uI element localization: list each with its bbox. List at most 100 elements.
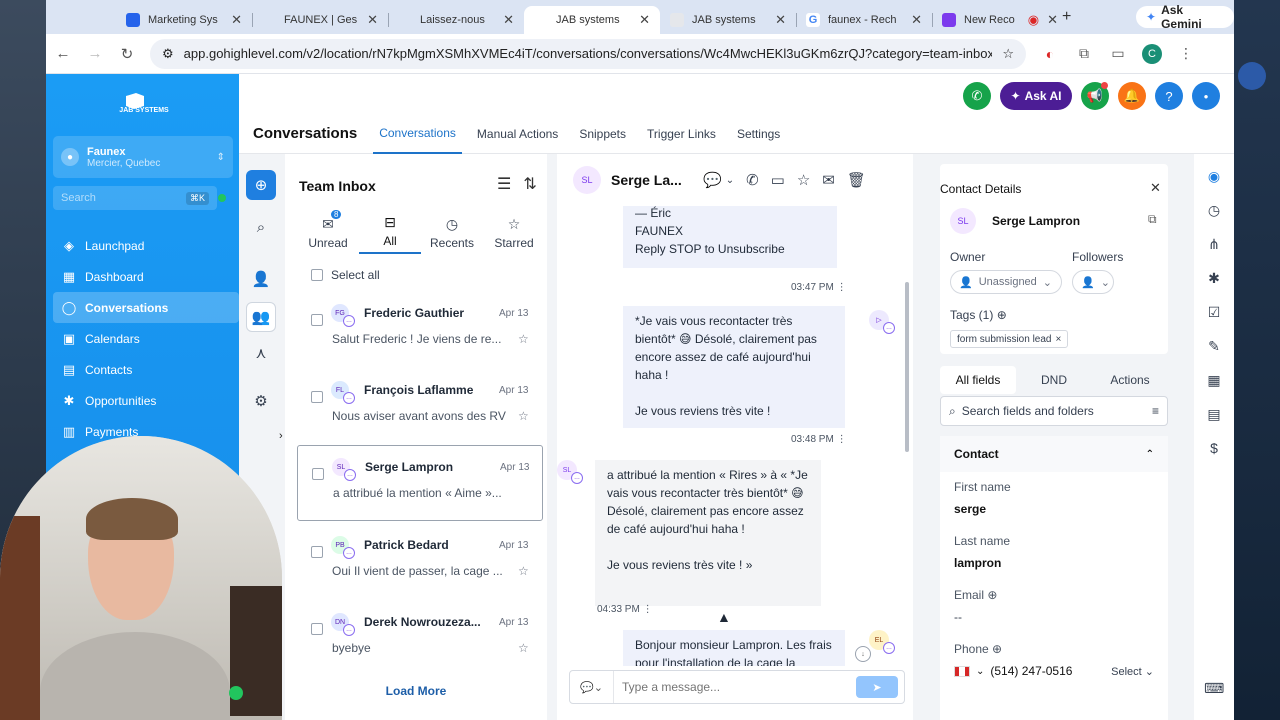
- help-button[interactable]: ?: [1155, 82, 1183, 110]
- chevron-down-icon[interactable]: ⌄: [976, 666, 984, 677]
- location-switcher[interactable]: ● Faunex Mercier, Quebec ⇕: [53, 136, 233, 178]
- sidebar-item-contacts[interactable]: ▤ Contacts: [53, 354, 239, 385]
- tasks-icon[interactable]: ☑: [1204, 304, 1224, 321]
- mail-icon[interactable]: ✉: [822, 171, 835, 189]
- add-icon[interactable]: ⊕: [992, 642, 1002, 656]
- load-more-button[interactable]: Load More: [285, 684, 547, 698]
- history-icon[interactable]: ◷: [1204, 202, 1224, 219]
- tab-trigger-links[interactable]: Trigger Links: [647, 114, 716, 154]
- extensions-icon[interactable]: ⧉: [1074, 45, 1094, 62]
- conversation-item[interactable]: DN… Derek Nowrouzeza... Apr 13 byebye ☆: [297, 601, 543, 677]
- filter-unread[interactable]: ✉ 8 Unread: [297, 210, 359, 254]
- cast-icon[interactable]: ▭: [1108, 45, 1128, 62]
- add-tag-icon[interactable]: ⊕: [997, 308, 1007, 322]
- contact-section-header[interactable]: Contact ⌃: [940, 436, 1168, 472]
- filter-all[interactable]: ⊟ All: [359, 210, 421, 254]
- close-icon[interactable]: ✕: [639, 12, 650, 28]
- close-icon[interactable]: ✕: [367, 12, 378, 28]
- phone-field[interactable]: (514) 247-0516: [990, 664, 1072, 678]
- last-name-field[interactable]: lampron: [954, 556, 1001, 570]
- conversation-checkbox[interactable]: [311, 546, 323, 558]
- conversation-checkbox[interactable]: [311, 391, 323, 403]
- followers-select[interactable]: 👤 ⌄: [1072, 270, 1114, 294]
- menu-kebab-icon[interactable]: ⋮: [1176, 45, 1196, 62]
- settings-rail-button[interactable]: ⚙: [246, 386, 276, 416]
- forward-arrow-icon[interactable]: →: [86, 45, 104, 62]
- sidebar-item-dashboard[interactable]: ▦ Dashboard: [53, 261, 239, 292]
- profile-avatar[interactable]: C: [1142, 43, 1162, 64]
- tab-settings[interactable]: Settings: [737, 114, 780, 154]
- tab-actions[interactable]: Actions: [1092, 366, 1168, 394]
- notes-icon[interactable]: ✎: [1204, 338, 1224, 355]
- star-icon[interactable]: ☆: [518, 332, 529, 346]
- ask-ai-button[interactable]: ✦ Ask AI: [1000, 82, 1072, 110]
- ask-gemini-button[interactable]: ✦ Ask Gemini: [1136, 3, 1234, 31]
- sidebar-item-calendars[interactable]: ▣ Calendars: [53, 323, 239, 354]
- new-tab-button[interactable]: +: [1062, 8, 1071, 26]
- scroll-down-icon[interactable]: ↓: [855, 646, 871, 662]
- url-text[interactable]: app.gohighlevel.com/v2/location/rN7kpMgm…: [184, 46, 993, 61]
- team-inbox-button[interactable]: 👥: [246, 302, 276, 332]
- tab-snippets[interactable]: Snippets: [579, 114, 626, 154]
- chat-scrollbar[interactable]: [905, 282, 909, 452]
- first-name-field[interactable]: serge: [954, 502, 986, 516]
- sidebar-item-conversations[interactable]: ◯ Conversations: [53, 292, 239, 323]
- browser-tab-3[interactable]: Laissez-nous ✕: [388, 6, 524, 34]
- pokeball-extension-icon[interactable]: ◐: [1040, 46, 1060, 62]
- notifications-button[interactable]: 🔔: [1118, 82, 1146, 110]
- send-button[interactable]: ➤: [856, 676, 898, 698]
- browser-tab-2[interactable]: FAUNEX | Ges ✕: [252, 6, 388, 34]
- channels-button[interactable]: ⋏: [246, 338, 276, 368]
- conversation-item[interactable]: FL… François Laflamme Apr 13 Nous aviser…: [297, 369, 543, 445]
- external-link-icon[interactable]: ⧉: [1148, 212, 1157, 227]
- close-icon[interactable]: ×: [1055, 334, 1061, 345]
- conversation-checkbox[interactable]: [312, 468, 324, 480]
- fields-search-input[interactable]: ⌕ Search fields and folders ≡: [940, 396, 1168, 426]
- keyboard-icon[interactable]: ⌨: [1204, 680, 1224, 697]
- sidebar-item-opportunities[interactable]: ✱ Opportunities: [53, 385, 239, 416]
- star-icon[interactable]: ☆: [797, 171, 810, 189]
- close-icon[interactable]: ✕: [503, 12, 514, 28]
- filter-icon[interactable]: ☰: [497, 174, 511, 194]
- star-icon[interactable]: ☆: [518, 641, 529, 655]
- opportunity-icon[interactable]: ✱: [1204, 270, 1224, 287]
- canada-flag-icon[interactable]: [954, 665, 970, 677]
- owner-select[interactable]: 👤 Unassigned ⌄: [950, 270, 1062, 294]
- folder-icon[interactable]: ▭: [771, 171, 785, 189]
- email-field[interactable]: --: [954, 610, 962, 624]
- channel-selector[interactable]: 💬 ⌄: [570, 671, 614, 703]
- close-icon[interactable]: ✕: [911, 12, 922, 28]
- message-input[interactable]: [614, 680, 856, 694]
- payments-icon[interactable]: $: [1204, 440, 1224, 456]
- document-icon[interactable]: ▤: [1204, 406, 1224, 423]
- announcements-button[interactable]: 📢: [1081, 82, 1109, 110]
- close-icon[interactable]: ✕: [1150, 180, 1161, 196]
- sidebar-search[interactable]: Search ⌘K: [53, 186, 217, 210]
- phone-type-select[interactable]: Select ⌄: [1111, 665, 1154, 678]
- contact-profile-icon[interactable]: ◉: [1204, 168, 1224, 185]
- calendar-icon[interactable]: ▦: [1204, 372, 1224, 389]
- browser-tab-6[interactable]: Gfaunex - Rech ✕: [796, 6, 932, 34]
- new-message-button[interactable]: ⊕: [246, 170, 276, 200]
- user-avatar-button[interactable]: ●: [1192, 82, 1220, 110]
- star-icon[interactable]: ☆: [518, 564, 529, 578]
- reload-icon[interactable]: ↻: [118, 45, 136, 63]
- star-icon[interactable]: ☆: [518, 409, 529, 423]
- tab-dnd[interactable]: DND: [1016, 366, 1092, 394]
- chat-bubble-icon[interactable]: 💬: [703, 171, 722, 189]
- address-bar[interactable]: ⚙ app.gohighlevel.com/v2/location/rN7kpM…: [150, 38, 1026, 69]
- add-icon[interactable]: ⊕: [987, 588, 997, 602]
- chevron-down-icon[interactable]: ⌄: [726, 175, 734, 186]
- conversation-item[interactable]: FG… Frederic Gauthier Apr 13 Salut Frede…: [297, 292, 543, 368]
- tab-all-fields[interactable]: All fields: [940, 366, 1016, 394]
- workflow-icon[interactable]: ⋔: [1204, 236, 1224, 253]
- select-all-checkbox[interactable]: [311, 269, 323, 281]
- sort-icon[interactable]: ⇅: [523, 174, 536, 194]
- filter-recents[interactable]: ◷ Recents: [421, 210, 483, 254]
- filter-icon[interactable]: ≡: [1152, 404, 1159, 418]
- close-icon[interactable]: ✕: [775, 12, 786, 28]
- search-button[interactable]: ⌕: [246, 212, 276, 242]
- phone-icon[interactable]: ✆: [746, 171, 759, 189]
- close-icon[interactable]: ✕: [231, 12, 242, 28]
- tab-manual-actions[interactable]: Manual Actions: [477, 114, 558, 154]
